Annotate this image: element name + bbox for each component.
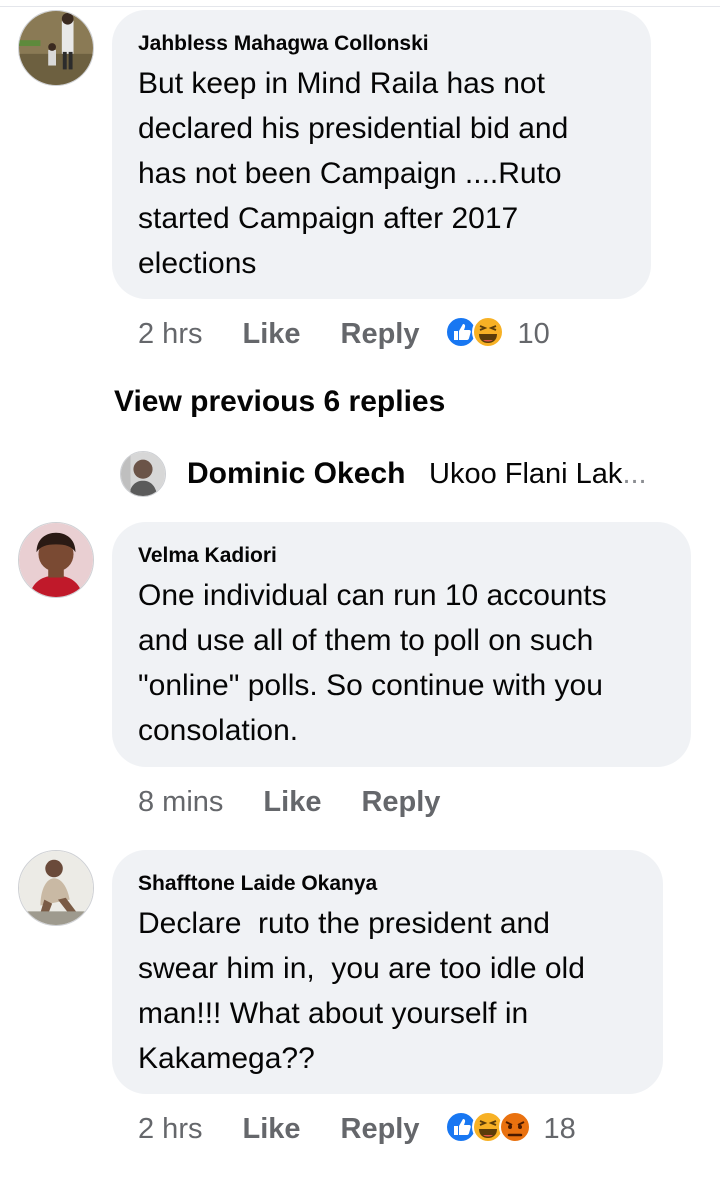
avatar[interactable]	[18, 10, 94, 86]
like-button[interactable]: Like	[242, 314, 300, 354]
reply-button[interactable]: Reply	[341, 1109, 420, 1149]
comment-time[interactable]: 8 mins	[138, 782, 223, 822]
reactions-summary[interactable]	[444, 1110, 534, 1144]
comment-actions: 2 hrs Like Reply 18	[138, 1109, 576, 1149]
reply-snippet: Ukoo Flani Lak...	[429, 449, 647, 499]
view-previous-replies-link[interactable]: View previous 6 replies	[114, 382, 445, 422]
comment-author[interactable]: Shafftone Laide Okanya	[138, 870, 637, 898]
avatar-photo-icon	[19, 11, 93, 85]
comment-text: But keep in Mind Raila has not declared …	[138, 67, 569, 280]
like-button[interactable]: Like	[263, 782, 321, 822]
reply-author[interactable]: Dominic Okech	[187, 449, 405, 499]
avatar-photo-icon	[121, 452, 165, 496]
avatar-photo-icon	[19, 851, 93, 925]
comment-bubble: Jahbless Mahagwa Collonski But keep in M…	[112, 10, 651, 299]
comment-bubble: Shafftone Laide Okanya Declare ruto the …	[112, 850, 663, 1094]
reply-snippet-text: Ukoo Flani Lak	[429, 458, 623, 490]
reaction-count[interactable]: 10	[518, 314, 550, 354]
reply-button[interactable]: Reply	[341, 314, 420, 354]
avatar[interactable]	[18, 522, 94, 598]
top-divider	[0, 6, 720, 7]
avatar-photo-icon	[19, 523, 93, 597]
comment-actions: 8 mins Like Reply	[138, 782, 480, 822]
like-button[interactable]: Like	[242, 1109, 300, 1149]
reply-button[interactable]: Reply	[361, 782, 440, 822]
comment-author[interactable]: Jahbless Mahagwa Collonski	[138, 30, 625, 58]
comment-bubble: Velma Kadiori One individual can run 10 …	[112, 522, 691, 767]
reply-ellipsis: ...	[622, 458, 647, 490]
comment-text: One individual can run 10 accounts and u…	[138, 579, 607, 747]
haha-icon	[471, 316, 504, 349]
comment-time[interactable]: 2 hrs	[138, 314, 202, 354]
angry-icon	[498, 1111, 531, 1144]
avatar[interactable]	[120, 451, 166, 497]
comment-time[interactable]: 2 hrs	[138, 1109, 202, 1149]
comment-actions: 2 hrs Like Reply 10	[138, 314, 550, 354]
haha-icon	[471, 1111, 504, 1144]
comment-author[interactable]: Velma Kadiori	[138, 542, 665, 570]
like-icon	[444, 316, 477, 349]
reaction-count[interactable]: 18	[544, 1109, 576, 1149]
avatar[interactable]	[18, 850, 94, 926]
reactions-summary[interactable]	[444, 315, 508, 349]
like-icon	[444, 1111, 477, 1144]
comment-text: Declare ruto the president and swear him…	[138, 907, 585, 1075]
